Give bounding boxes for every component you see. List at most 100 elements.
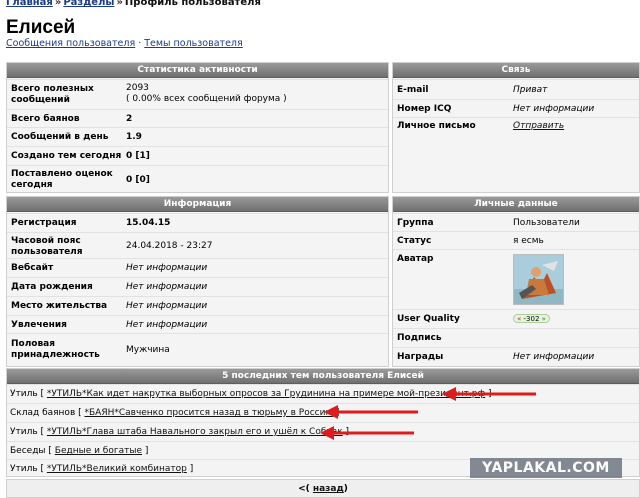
topic-row: Утиль [ *УТИЛЬ*Как идет накрутка выборны… xyxy=(7,384,639,403)
personal-row-group: Группа Пользователи xyxy=(393,213,639,231)
activity-stats-panel: Статистика активности Всего полезных соо… xyxy=(6,62,389,193)
topic-section: Утиль xyxy=(10,464,38,474)
hobbies-value: Нет информации xyxy=(126,320,208,330)
quality-minus-button[interactable]: « xyxy=(517,315,521,323)
contact-row-icq: Номер ICQ Нет информации xyxy=(393,99,639,117)
page-title: Елисей xyxy=(6,17,76,38)
website-label: Вебсайт xyxy=(11,263,54,273)
contact-row-pm: Личное письмо Отправить xyxy=(393,117,639,135)
back-link[interactable]: назад xyxy=(313,484,344,494)
breadcrumb: Главная» Разделы» Профиль пользователя xyxy=(6,0,261,8)
topic-section: Беседы xyxy=(10,446,46,456)
send-pm-link[interactable]: Отправить xyxy=(513,121,564,132)
breadcrumb-separator: » xyxy=(116,0,123,8)
location-value: Нет информации xyxy=(126,301,208,311)
stats-today-value: 0 [1] xyxy=(126,151,150,161)
topic-link[interactable]: Бедные и богатые xyxy=(55,446,142,456)
birthday-value: Нет информации xyxy=(126,282,208,292)
icq-value: Нет информации xyxy=(513,104,595,114)
email-label: E-mail xyxy=(397,85,429,95)
red-arrow-icon xyxy=(320,426,414,440)
user-quality-value: -302 xyxy=(523,315,540,323)
stats-today-label: Создано тем сегодня xyxy=(11,151,122,161)
registration-label: Регистрация xyxy=(11,218,77,228)
breadcrumb-separator: » xyxy=(54,0,62,8)
stats-row-per-day: Сообщений в день 1.9 xyxy=(7,127,388,146)
stats-posts-percent: ( 0.00% всех сообщений форума ) xyxy=(126,94,287,104)
personal-row-signature: Подпись xyxy=(393,328,639,347)
watermark: YAPLAKAL.COM xyxy=(470,458,622,478)
activity-stats-header: Статистика активности xyxy=(7,63,388,78)
information-panel: Информация Регистрация 15.04.15 Часовой … xyxy=(6,196,389,367)
personal-data-panel: Личные данные Группа Пользователи Статус… xyxy=(392,196,640,367)
user-topics-link[interactable]: Темы пользователя xyxy=(144,38,242,49)
contact-header: Связь xyxy=(393,63,639,78)
gender-value: Мужчина xyxy=(126,345,170,355)
subnav-separator: · xyxy=(138,38,142,49)
signature-label: Подпись xyxy=(397,333,442,343)
status-label: Статус xyxy=(397,236,432,246)
group-value: Пользователи xyxy=(513,218,580,228)
timezone-value: 24.04.2018 - 23:27 xyxy=(126,241,213,251)
group-label: Группа xyxy=(397,218,434,228)
back-suffix: ) xyxy=(343,484,348,494)
stats-bayans-label: Всего баянов xyxy=(11,114,80,124)
stats-posts-value: 2093 xyxy=(126,83,149,93)
location-label: Место жительства xyxy=(11,301,108,311)
user-quality-badge: « -302 » xyxy=(513,314,550,323)
back-bar: <( назад) xyxy=(6,479,640,498)
avatar-image xyxy=(514,255,563,304)
stats-posts-label: Всего полезных сообщений xyxy=(11,84,94,105)
stats-ratings-value: 0 [0] xyxy=(126,175,150,185)
avatar-label: Аватар xyxy=(397,254,434,264)
hobbies-label: Увлечения xyxy=(11,320,67,330)
topic-link[interactable]: *БАЯН*Савченко просится назад в тюрьму в… xyxy=(84,408,333,418)
breadcrumb-current: Профиль пользователя xyxy=(124,0,261,8)
gender-label: Половая принадлежность xyxy=(11,339,100,360)
breadcrumb-home-link[interactable]: Главная xyxy=(6,0,53,8)
contact-row-email: E-mail Приват xyxy=(393,79,639,99)
stats-row-posts: Всего полезных сообщений 2093 ( 0.00% вс… xyxy=(7,79,388,109)
avatar xyxy=(513,254,564,305)
breadcrumb-sections-link[interactable]: Разделы xyxy=(63,0,114,8)
icq-label: Номер ICQ xyxy=(397,104,452,114)
info-row-location: Место жительства Нет информации xyxy=(7,296,388,315)
personal-data-header: Личные данные xyxy=(393,197,639,212)
topic-section: Утиль xyxy=(10,389,38,399)
personal-row-quality: User Quality « -302 » xyxy=(393,309,639,328)
info-row-hobbies: Увлечения Нет информации xyxy=(7,315,388,333)
topic-link[interactable]: *УТИЛЬ*Глава штаба Навального закрыл его… xyxy=(47,427,343,437)
pm-label: Личное письмо xyxy=(397,121,476,131)
information-header: Информация xyxy=(7,197,388,212)
stats-per-day-value: 1.9 xyxy=(126,132,142,142)
user-messages-link[interactable]: Сообщения пользователя xyxy=(6,38,135,49)
registration-value: 15.04.15 xyxy=(126,218,171,228)
topic-section: Склад баянов xyxy=(10,408,76,418)
info-row-timezone: Часовой пояс пользователя 24.04.2018 - 2… xyxy=(7,232,388,258)
last-topics-header: 5 последних тем пользователя Елисей xyxy=(7,369,639,384)
website-value: Нет информации xyxy=(126,263,208,273)
email-value: Приват xyxy=(513,85,548,95)
info-row-birthday: Дата рождения Нет информации xyxy=(7,277,388,296)
personal-row-status: Статус я есмь xyxy=(393,231,639,249)
user-quality-label: User Quality xyxy=(397,314,460,324)
status-value: я есмь xyxy=(513,236,544,246)
stats-ratings-label: Поставлено оценок сегодня xyxy=(11,169,113,190)
topic-link[interactable]: *УТИЛЬ*Как идет накрутка выборных опросо… xyxy=(47,389,485,399)
stats-row-bayans: Всего баянов 2 xyxy=(7,109,388,127)
red-arrow-icon xyxy=(324,405,418,419)
info-row-gender: Половая принадлежность Мужчина xyxy=(7,333,388,367)
contact-panel: Связь E-mail Приват Номер ICQ Нет информ… xyxy=(392,62,640,193)
stats-per-day-label: Сообщений в день xyxy=(11,132,109,142)
quality-plus-button[interactable]: » xyxy=(542,315,546,323)
info-row-website: Вебсайт Нет информации xyxy=(7,258,388,277)
topic-link[interactable]: *УТИЛЬ*Великий комбинатор xyxy=(47,464,187,474)
info-row-registration: Регистрация 15.04.15 xyxy=(7,213,388,232)
stats-row-ratings: Поставлено оценок сегодня 0 [0] xyxy=(7,165,388,193)
awards-label: Награды xyxy=(397,352,444,362)
birthday-label: Дата рождения xyxy=(11,282,93,292)
personal-row-avatar: Аватар xyxy=(393,249,639,309)
user-subnav: Сообщения пользователя · Темы пользователя xyxy=(6,38,243,49)
red-arrow-icon xyxy=(442,387,536,401)
topic-section: Утиль xyxy=(10,427,38,437)
